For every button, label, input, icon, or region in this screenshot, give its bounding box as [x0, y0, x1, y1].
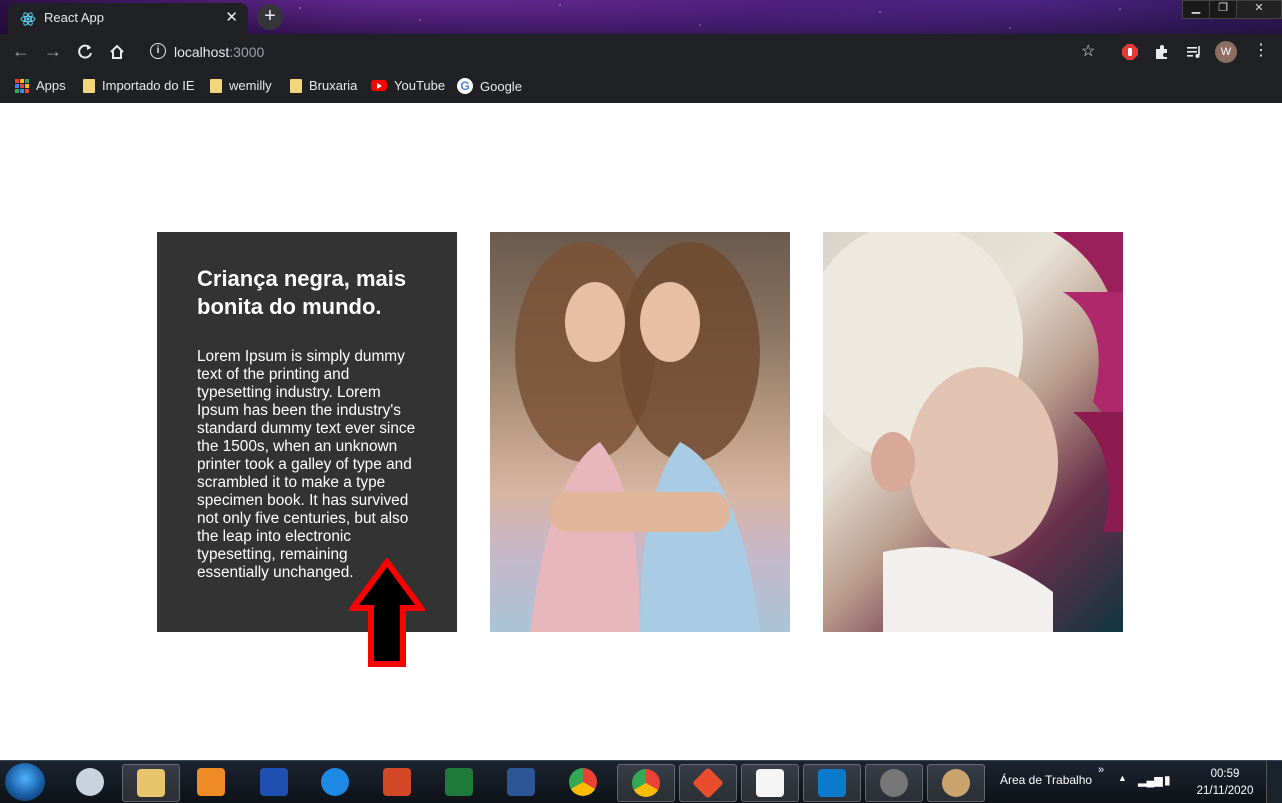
browser-toolbar: ← → i localhost:3000 ☆ W ⋮ — [0, 34, 1282, 70]
power-icon[interactable]: ▮ — [1164, 773, 1171, 787]
menu-kebab-icon[interactable]: ⋮ — [1253, 40, 1269, 60]
red-up-arrow-annotation — [349, 558, 425, 667]
bookmark-importado-do-ie[interactable]: Importado do IE — [83, 78, 195, 93]
adblock-extension-icon[interactable] — [1121, 43, 1139, 61]
card-text: Lorem Ipsum is simply dummy text of the … — [197, 348, 416, 581]
folder-icon — [210, 78, 222, 93]
folder-icon — [290, 78, 302, 93]
windows-taskbar: Área de Trabalho » ▲ ▂▄▆ ▮ 00:59 21/11/2… — [0, 760, 1282, 803]
browser-frame: React App ✕ + ▁ ❐ ✕ ← → i localhost:3000… — [0, 0, 1282, 103]
twins-illustration — [515, 242, 760, 632]
home-icon[interactable] — [108, 43, 126, 61]
taskbar-vscode[interactable] — [803, 764, 861, 802]
albino-girl-illustration — [823, 232, 1123, 632]
site-info-icon[interactable]: i — [150, 43, 166, 59]
taskbar-powerpoint[interactable] — [369, 764, 425, 800]
taskbar-excel[interactable] — [431, 764, 487, 800]
extensions-puzzle-icon[interactable] — [1153, 43, 1171, 61]
bookmark-bruxaria[interactable]: Bruxaria — [290, 78, 357, 93]
taskbar-internet-explorer[interactable] — [307, 764, 363, 800]
system-clock[interactable]: 00:59 21/11/2020 — [1195, 766, 1255, 800]
taskbar-word[interactable] — [493, 764, 549, 800]
google-icon: G — [457, 78, 473, 94]
tab-title: React App — [44, 10, 104, 25]
taskbar-app-gray[interactable] — [865, 764, 923, 802]
tray-overflow-icon[interactable]: ▲ — [1118, 773, 1127, 783]
apps-grid-icon — [15, 78, 29, 93]
taskbar-snipping-tool[interactable] — [62, 764, 118, 800]
taskbar-git[interactable] — [679, 764, 737, 802]
new-tab-button[interactable]: + — [257, 4, 283, 30]
bookmark-label: wemilly — [229, 78, 272, 93]
taskbar-media-player[interactable] — [183, 764, 239, 800]
reload-icon[interactable] — [76, 43, 94, 61]
bookmark-google[interactable]: G Google — [457, 78, 522, 94]
clock-time: 00:59 — [1210, 768, 1240, 780]
bookmark-label: Bruxaria — [309, 78, 358, 93]
clock-date: 21/11/2020 — [1196, 785, 1254, 797]
network-icon[interactable]: ▂▄▆ — [1138, 774, 1163, 787]
bookmark-label: YouTube — [394, 78, 446, 93]
bookmark-label: Importado do IE — [102, 78, 195, 93]
window-controls: ▁ ❐ ✕ — [1182, 0, 1282, 19]
folder-icon — [83, 78, 95, 93]
taskbar-notepad[interactable] — [741, 764, 799, 802]
restore-button[interactable]: ❐ — [1209, 0, 1237, 19]
minimize-button[interactable]: ▁ — [1182, 0, 1210, 19]
tab-close-icon[interactable]: ✕ — [225, 8, 238, 26]
desktop-toolbar-label[interactable]: Área de Trabalho — [1000, 773, 1092, 787]
card-title: Criança negra, mais bonita do mundo. — [197, 266, 407, 319]
tab-react-app[interactable]: React App ✕ — [8, 3, 248, 34]
show-desktop-button[interactable] — [1266, 761, 1282, 803]
taskbar-paint[interactable] — [927, 764, 985, 802]
forward-arrow-icon[interactable]: → — [42, 41, 64, 62]
taskbar-app-blue[interactable] — [246, 764, 302, 800]
bookmark-wemilly[interactable]: wemilly — [210, 78, 272, 93]
close-window-button[interactable]: ✕ — [1236, 0, 1282, 19]
bookmark-star-icon[interactable]: ☆ — [1081, 41, 1095, 61]
taskbar-chrome-active[interactable] — [617, 764, 675, 802]
profile-avatar[interactable]: W — [1215, 41, 1237, 63]
bookmark-label: Apps — [36, 78, 66, 93]
back-arrow-icon[interactable]: ← — [10, 41, 32, 62]
media-queue-icon[interactable] — [1185, 43, 1203, 61]
albino-girl-photo — [823, 232, 1123, 632]
bookmark-youtube[interactable]: YouTube — [371, 78, 445, 93]
toolbar-expand-icon[interactable]: » — [1098, 764, 1104, 776]
youtube-icon — [371, 80, 387, 91]
start-orb-icon[interactable] — [5, 763, 45, 801]
bookmark-apps[interactable]: Apps — [15, 78, 66, 93]
address-bar[interactable]: i localhost:3000 — [140, 38, 1110, 66]
taskbar-chrome[interactable] — [555, 764, 611, 800]
taskbar-explorer[interactable] — [122, 764, 180, 802]
url-text: localhost:3000 — [174, 44, 265, 60]
react-icon — [20, 12, 36, 26]
bookmarks-bar: Apps Importado do IE wemilly Bruxaria Yo… — [0, 70, 1282, 103]
bookmark-label: Google — [480, 78, 522, 94]
twins-photo — [490, 232, 790, 632]
